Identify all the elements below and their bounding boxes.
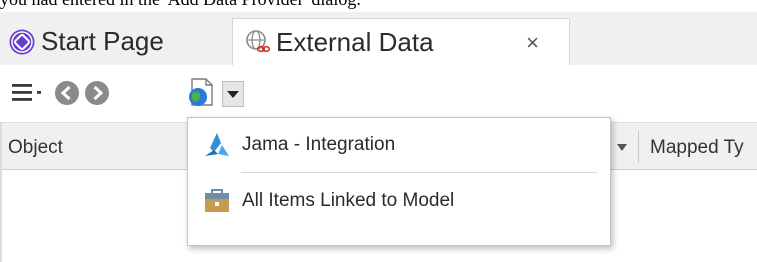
tab-start-page[interactable]: Start Page (8, 18, 164, 65)
menu-item-label: Jama - Integration (242, 134, 396, 155)
start-page-icon (8, 28, 36, 56)
menu-item-jama-integration[interactable]: Jama - Integration (188, 120, 610, 170)
tab-start-page-label: Start Page (41, 26, 164, 56)
menu-item-all-items-linked[interactable]: All Items Linked to Model (188, 176, 610, 226)
forward-arrow-icon[interactable] (84, 80, 110, 106)
column-header-mapped-type[interactable]: Mapped Ty (650, 137, 744, 159)
column-divider (638, 131, 639, 163)
tab-external-data[interactable]: External Data × (232, 18, 570, 65)
menu-item-label: All Items Linked to Model (242, 190, 455, 211)
external-data-icon (245, 29, 271, 55)
close-icon[interactable]: × (526, 30, 539, 56)
hamburger-menu-icon[interactable] (10, 81, 48, 105)
briefcase-icon (202, 186, 232, 216)
menu-separator (241, 172, 597, 173)
data-provider-icon[interactable] (186, 77, 216, 109)
panel-left-border (0, 122, 2, 262)
back-arrow-icon[interactable] (54, 80, 80, 106)
document-text-fragment: you had entered in the 'Add Data Provide… (0, 0, 757, 11)
dropdown-arrow-icon[interactable] (222, 81, 244, 107)
provider-dropdown-menu: Jama - Integration All Items Linked to M… (187, 117, 611, 246)
tab-strip: Start Page External Data × (0, 12, 757, 65)
toolbar (0, 65, 757, 122)
jama-logo-icon (202, 130, 232, 160)
tab-external-data-label: External Data (276, 26, 434, 57)
column-header-object[interactable]: Object (8, 137, 63, 159)
column-filter-icon[interactable] (615, 141, 629, 153)
